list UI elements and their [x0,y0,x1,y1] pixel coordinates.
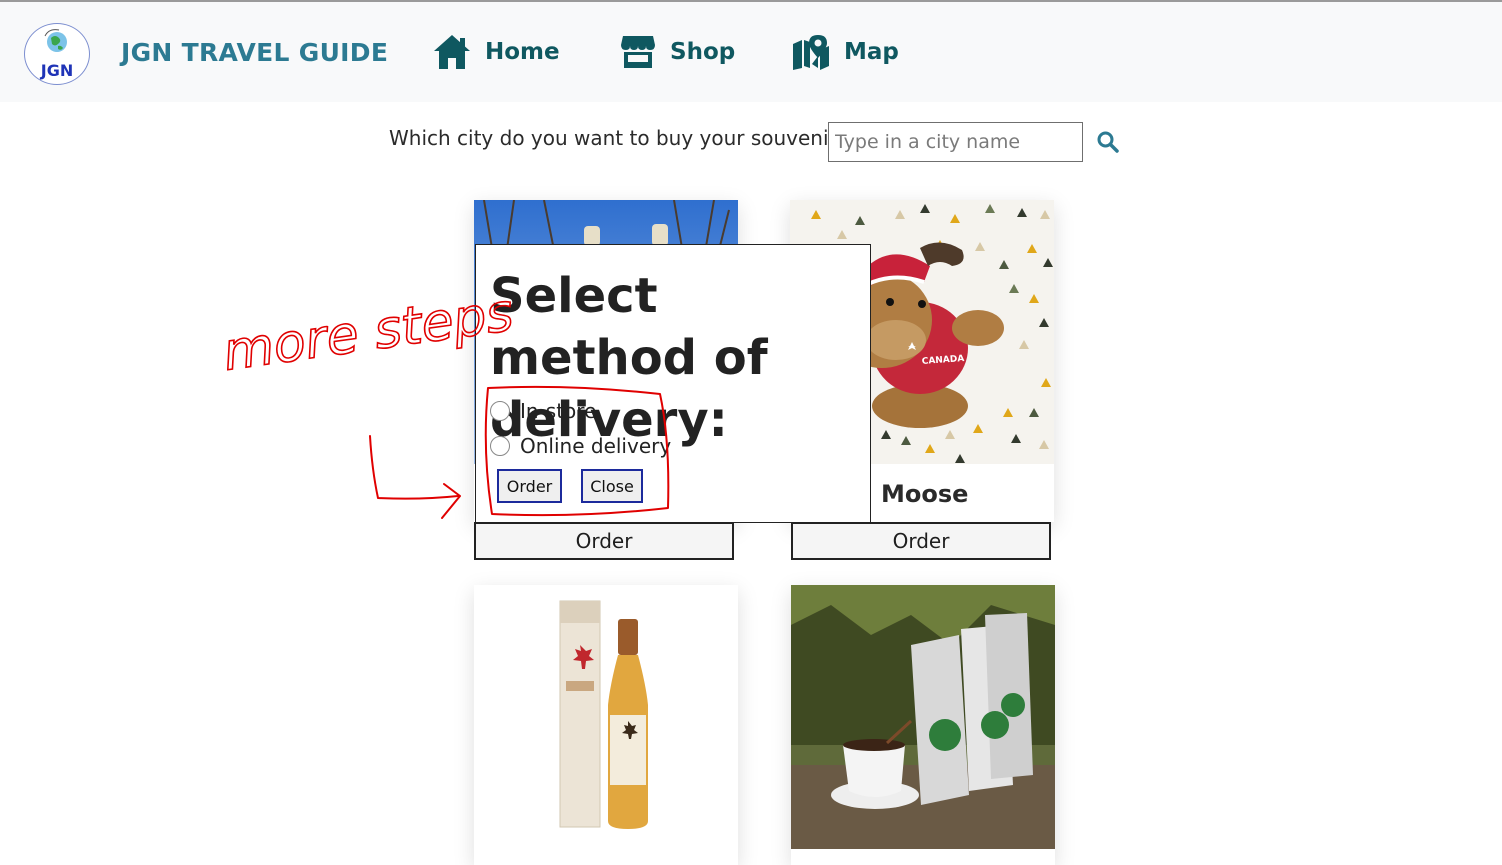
search-question: Which city do you want to buy your souve… [389,126,848,150]
product-title-2: Moose [881,480,969,508]
nav-map-link[interactable]: Map [792,32,899,72]
globe-logo-icon: JGN [40,29,73,80]
annotation-arrow-head [441,483,461,519]
navbar: JGN JGN TRAVEL GUIDE Home Shop Map [0,2,1502,102]
option-online-delivery-label: Online delivery [520,434,672,458]
option-in-store[interactable]: In-store [490,399,596,423]
nav-map-label: Map [844,39,899,65]
store-icon [621,36,655,68]
nav-home-link[interactable]: Home [433,32,560,72]
annotation-arrow-line [369,435,459,500]
delivery-method-modal: Select method of delivery: In-store Onli… [475,244,871,523]
modal-title: Select method of delivery: [490,268,768,448]
city-search-input[interactable] [828,122,1083,162]
maplewine-bottle-photo [474,585,738,854]
map-marker-icon [793,35,829,70]
nav-shop-link[interactable]: Shop [620,32,735,72]
nav-home-label: Home [485,39,560,65]
radio-in-store[interactable] [490,401,510,421]
product-order-button-1[interactable]: Order [474,522,734,560]
search-button[interactable] [1096,130,1120,154]
radio-online-delivery[interactable] [490,436,510,456]
brand-title[interactable]: JGN TRAVEL GUIDE [121,38,388,67]
modal-close-button[interactable]: Close [581,469,643,503]
coffee-bags-photo [791,585,1055,849]
logo-text: JGN [40,61,73,80]
product-order-button-2[interactable]: Order [791,522,1051,560]
search-icon [1097,131,1119,153]
home-icon [434,35,470,69]
annotation-text: more steps [219,283,516,383]
option-online-delivery[interactable]: Online delivery [490,434,671,458]
modal-order-button[interactable]: Order [497,469,562,503]
option-in-store-label: In-store [520,399,597,423]
nav-shop-label: Shop [670,39,736,65]
logo[interactable]: JGN [24,23,90,85]
